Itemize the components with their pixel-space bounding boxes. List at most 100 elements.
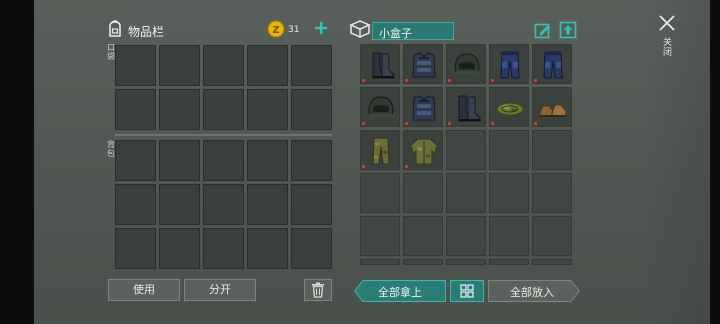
add-coins-icon[interactable] <box>314 20 328 34</box>
rename-icon[interactable] <box>534 22 552 40</box>
container-slot[interactable] <box>489 216 529 256</box>
inventory-slot[interactable] <box>291 45 332 86</box>
armored-pants-icon <box>500 51 520 79</box>
sort-button[interactable] <box>450 280 484 302</box>
container-slot[interactable] <box>532 130 572 170</box>
inventory-slot[interactable] <box>247 184 288 225</box>
split-button[interactable]: 分开 <box>184 279 256 301</box>
inventory-slot[interactable] <box>159 89 200 130</box>
section-divider <box>115 134 332 136</box>
camo-pants-icon <box>372 137 390 165</box>
backpack-icon <box>105 19 125 39</box>
container-item-slot[interactable] <box>489 87 529 127</box>
inventory-slot[interactable] <box>291 140 332 181</box>
durability-marker <box>534 79 537 82</box>
put-all-button[interactable]: 全部放入 <box>488 280 580 302</box>
container-item-slot[interactable] <box>360 87 400 127</box>
container-slot[interactable] <box>403 173 443 213</box>
durability-marker <box>362 122 365 125</box>
camo-jacket-icon <box>410 138 438 165</box>
inventory-slot[interactable] <box>115 228 156 269</box>
container-slot[interactable] <box>532 216 572 256</box>
container-item-slot[interactable] <box>446 87 486 127</box>
inventory-slot[interactable] <box>159 45 200 86</box>
inventory-slot[interactable] <box>291 89 332 130</box>
container-slot[interactable] <box>403 259 443 265</box>
camo-cap-icon <box>496 102 524 116</box>
container-item-slot[interactable] <box>532 87 572 127</box>
inventory-slot[interactable] <box>291 228 332 269</box>
container-item-slot[interactable] <box>403 87 443 127</box>
close-label[interactable]: 关闭 <box>663 38 673 58</box>
container-slot[interactable] <box>489 173 529 213</box>
container-name: 小盒子 <box>379 27 412 40</box>
container-name-field[interactable]: 小盒子 <box>372 22 454 40</box>
armor-vest-icon <box>412 95 436 121</box>
armor-vest-icon <box>412 52 436 78</box>
inventory-slot[interactable] <box>203 45 244 86</box>
inventory-slot[interactable] <box>159 228 200 269</box>
container-slot[interactable] <box>489 259 529 265</box>
inventory-screen: 物品栏 Z 31 口袋 背包 使用 分开 小盒子 全部拿上 全部放入 关闭 <box>34 0 710 324</box>
armored-pants-icon <box>543 51 563 79</box>
durability-marker <box>362 79 365 82</box>
take-all-button[interactable]: 全部拿上 <box>354 280 446 302</box>
container-slot[interactable] <box>446 259 486 265</box>
inventory-slot[interactable] <box>247 140 288 181</box>
container-item-slot[interactable] <box>403 44 443 84</box>
inventory-slot[interactable] <box>203 140 244 181</box>
container-item-slot[interactable] <box>489 44 529 84</box>
container-item-slot[interactable] <box>446 44 486 84</box>
inventory-slot[interactable] <box>115 140 156 181</box>
svg-text:Z: Z <box>272 25 279 36</box>
inventory-slot[interactable] <box>115 184 156 225</box>
durability-marker <box>405 122 408 125</box>
inventory-title: 物品栏 <box>128 25 165 39</box>
container-slot[interactable] <box>360 173 400 213</box>
leather-shoes-icon <box>539 104 567 117</box>
inventory-slot[interactable] <box>115 89 156 130</box>
upload-icon[interactable] <box>559 21 577 39</box>
durability-marker <box>491 79 494 82</box>
helmet-icon <box>454 53 480 74</box>
boots-icon <box>372 52 395 79</box>
container-item-slot[interactable] <box>532 44 572 84</box>
close-icon[interactable] <box>658 14 676 32</box>
container-slot[interactable] <box>360 259 400 265</box>
container-item-slot[interactable] <box>360 44 400 84</box>
inventory-slot[interactable] <box>247 45 288 86</box>
durability-marker <box>448 79 451 82</box>
durability-marker <box>491 122 494 125</box>
take-all-label: 全部拿上 <box>378 286 422 299</box>
container-item-slot[interactable] <box>403 130 443 170</box>
container-slot[interactable] <box>403 216 443 256</box>
inventory-slot[interactable] <box>159 184 200 225</box>
trash-button[interactable] <box>304 279 332 301</box>
container-slot[interactable] <box>360 216 400 256</box>
durability-marker <box>448 122 451 125</box>
durability-marker <box>405 165 408 168</box>
inventory-slot[interactable] <box>247 228 288 269</box>
coin-count: 31 <box>288 25 300 35</box>
inventory-slot[interactable] <box>115 45 156 86</box>
inventory-slot[interactable] <box>247 89 288 130</box>
container-item-slot[interactable] <box>360 130 400 170</box>
container-slot[interactable] <box>532 173 572 213</box>
inventory-slot[interactable] <box>203 228 244 269</box>
inventory-slot[interactable] <box>291 184 332 225</box>
inventory-slot[interactable] <box>203 184 244 225</box>
side-band <box>644 0 710 324</box>
container-slot[interactable] <box>446 173 486 213</box>
close-label-text: 关闭 <box>663 38 673 58</box>
container-slot[interactable] <box>446 130 486 170</box>
boots-icon <box>458 95 481 122</box>
inventory-slot[interactable] <box>203 89 244 130</box>
use-button[interactable]: 使用 <box>108 279 180 301</box>
coin-icon: Z <box>267 20 285 38</box>
container-slot[interactable] <box>532 259 572 265</box>
inventory-slot[interactable] <box>159 140 200 181</box>
container-slot[interactable] <box>446 216 486 256</box>
helmet-icon <box>368 96 394 117</box>
durability-marker <box>362 165 365 168</box>
container-slot[interactable] <box>489 130 529 170</box>
